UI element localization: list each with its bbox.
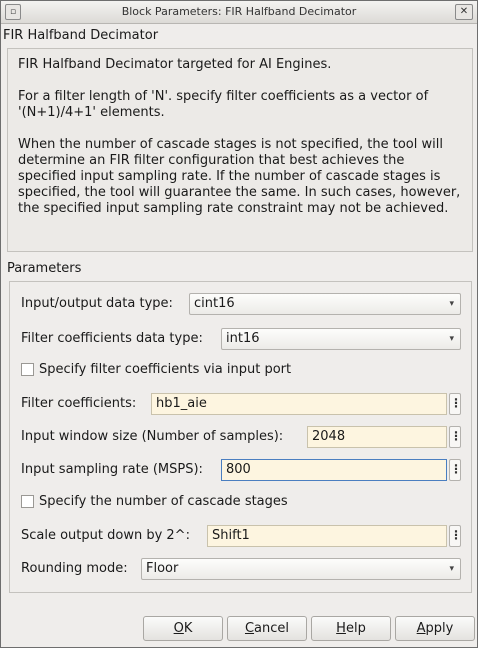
description-line: For a filter length of 'N'. specify filt… (18, 89, 429, 120)
description-line: FIR Halfband Decimator targeted for AI E… (18, 57, 332, 72)
more-options-icon[interactable]: ⋮ (449, 459, 462, 481)
chevron-down-icon: ▾ (449, 564, 454, 574)
cancel-button[interactable]: Cancel (227, 616, 307, 641)
description-box: FIR Halfband Decimator targeted for AI E… (7, 48, 473, 252)
description-line: When the number of cascade stages is not… (18, 137, 461, 216)
coef-via-port-checkbox[interactable] (21, 363, 34, 376)
rounding-mode-value: Floor (146, 561, 179, 576)
cascade-stages-checkbox[interactable] (21, 495, 34, 508)
coef-type-label: Filter coefficients data type: (21, 331, 203, 346)
coef-type-value: int16 (226, 331, 260, 346)
io-type-select[interactable]: cint16 ▾ (189, 293, 461, 315)
chevron-down-icon: ▾ (449, 299, 454, 309)
ok-button[interactable]: OK (143, 616, 223, 641)
window-size-label: Input window size (Number of samples): (21, 429, 284, 444)
rounding-mode-select[interactable]: Floor ▾ (141, 558, 461, 580)
coef-type-select[interactable]: int16 ▾ (221, 328, 461, 350)
scale-output-label: Scale output down by 2^: (21, 528, 190, 543)
coefficients-label: Filter coefficients: (21, 396, 137, 411)
chevron-down-icon: ▾ (449, 334, 454, 344)
apply-button[interactable]: Apply (395, 616, 475, 641)
block-name-heading: FIR Halfband Decimator (3, 28, 159, 43)
cascade-stages-label[interactable]: Specify the number of cascade stages (39, 494, 288, 509)
more-options-icon[interactable]: ⋮ (449, 426, 462, 448)
scale-output-input[interactable]: Shift1 (207, 525, 447, 547)
sampling-rate-label: Input sampling rate (MSPS): (21, 462, 203, 477)
window-size-input[interactable]: 2048 (307, 426, 447, 448)
sampling-rate-input[interactable]: 800 (221, 459, 447, 481)
coefficients-input[interactable]: hb1_aie (151, 393, 447, 415)
block-parameters-dialog: ▫ Block Parameters: FIR Halfband Decimat… (0, 0, 478, 648)
window-menu-icon[interactable]: ▫ (5, 4, 21, 20)
parameters-label: Parameters (7, 261, 82, 276)
io-type-label: Input/output data type: (21, 296, 173, 311)
window-title: Block Parameters: FIR Halfband Decimator (121, 5, 357, 18)
help-button[interactable]: Help (311, 616, 391, 641)
title-bar[interactable]: ▫ Block Parameters: FIR Halfband Decimat… (1, 1, 477, 24)
rounding-mode-label: Rounding mode: (21, 561, 128, 576)
io-type-value: cint16 (194, 296, 235, 311)
more-options-icon[interactable]: ⋮ (449, 525, 462, 547)
close-icon[interactable]: ✕ (455, 4, 473, 20)
more-options-icon[interactable]: ⋮ (449, 393, 462, 415)
coef-via-port-label[interactable]: Specify filter coefficients via input po… (39, 362, 291, 377)
